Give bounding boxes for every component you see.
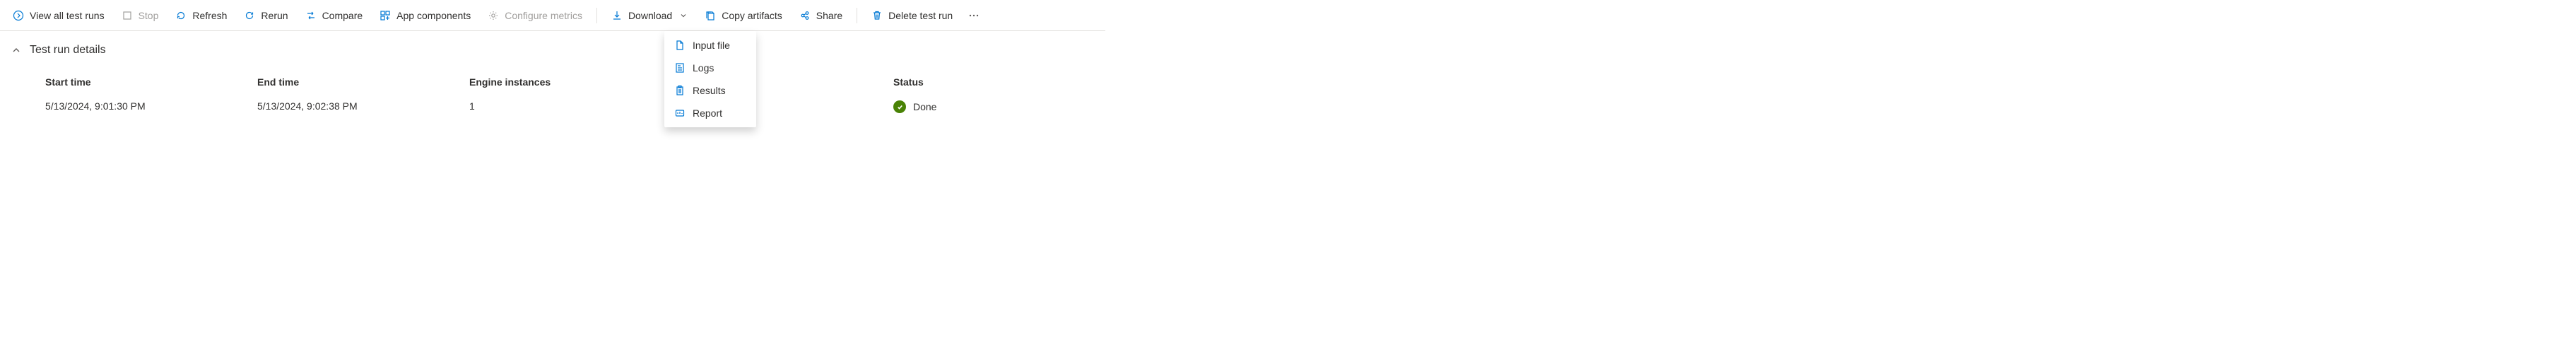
refresh-button[interactable]: Refresh	[168, 4, 234, 27]
copy-icon	[705, 10, 716, 21]
download-report-item[interactable]: Report	[664, 102, 756, 124]
app-components-icon	[380, 10, 391, 21]
download-dropdown: Input file Logs Results Report	[664, 31, 756, 127]
compare-button[interactable]: Compare	[298, 4, 370, 27]
view-all-label: View all test runs	[30, 10, 105, 21]
file-icon	[674, 40, 686, 51]
trash-icon	[871, 10, 883, 21]
app-components-button[interactable]: App components	[372, 4, 478, 27]
cell-status: Done	[893, 100, 1070, 113]
rerun-button[interactable]: Rerun	[237, 4, 295, 27]
chevron-up-icon	[11, 45, 21, 55]
compare-icon	[305, 10, 317, 21]
download-input-file-item[interactable]: Input file	[664, 34, 756, 57]
download-label: Download	[628, 10, 672, 21]
cell-start-time: 5/13/2024, 9:01:30 PM	[45, 100, 257, 113]
download-results-label: Results	[693, 85, 726, 96]
configure-metrics-label: Configure metrics	[505, 10, 582, 21]
copy-artifacts-label: Copy artifacts	[722, 10, 782, 21]
details-table: Start time End time Engine instances Sta…	[45, 76, 1094, 113]
refresh-label: Refresh	[192, 10, 227, 21]
share-button[interactable]: Share	[792, 4, 849, 27]
col-engine-instances: Engine instances	[469, 76, 681, 88]
download-logs-label: Logs	[693, 62, 714, 74]
stop-button: Stop	[114, 4, 166, 27]
stop-label: Stop	[139, 10, 159, 21]
configure-metrics-button: Configure metrics	[481, 4, 589, 27]
download-logs-item[interactable]: Logs	[664, 57, 756, 79]
share-label: Share	[816, 10, 842, 21]
delete-label: Delete test run	[888, 10, 953, 21]
refresh-icon	[175, 10, 187, 21]
share-icon	[799, 10, 811, 21]
report-icon	[674, 107, 686, 119]
section-title: Test run details	[30, 44, 106, 57]
arrow-right-circle-icon	[13, 10, 24, 21]
rerun-label: Rerun	[261, 10, 288, 21]
rerun-icon	[244, 10, 255, 21]
app-components-label: App components	[396, 10, 471, 21]
gear-icon	[488, 10, 499, 21]
download-icon	[611, 10, 623, 21]
chevron-down-icon	[679, 11, 688, 20]
toolbar: View all test runs Stop Refresh Rerun Co…	[0, 0, 1105, 31]
delete-test-run-button[interactable]: Delete test run	[864, 4, 960, 27]
download-button[interactable]: Download	[604, 4, 695, 27]
compare-label: Compare	[322, 10, 363, 21]
col-start-time: Start time	[45, 76, 257, 88]
col-end-time: End time	[257, 76, 469, 88]
download-input-file-label: Input file	[693, 40, 730, 51]
separator	[596, 8, 597, 23]
status-text: Done	[913, 101, 936, 112]
copy-artifacts-button[interactable]: Copy artifacts	[698, 4, 789, 27]
col-status: Status	[893, 76, 1070, 88]
stop-icon	[122, 10, 133, 21]
more-icon	[968, 10, 980, 21]
cell-end-time: 5/13/2024, 9:02:38 PM	[257, 100, 469, 113]
results-icon	[674, 85, 686, 96]
logs-icon	[674, 62, 686, 74]
details-section: Test run details Start time End time Eng…	[0, 31, 1105, 113]
more-button[interactable]	[963, 4, 985, 27]
view-all-test-runs-button[interactable]: View all test runs	[6, 4, 112, 27]
check-circle-icon	[893, 100, 906, 113]
download-report-label: Report	[693, 107, 722, 119]
cell-engine-instances: 1	[469, 100, 681, 113]
section-header[interactable]: Test run details	[11, 44, 1094, 57]
download-results-item[interactable]: Results	[664, 79, 756, 102]
